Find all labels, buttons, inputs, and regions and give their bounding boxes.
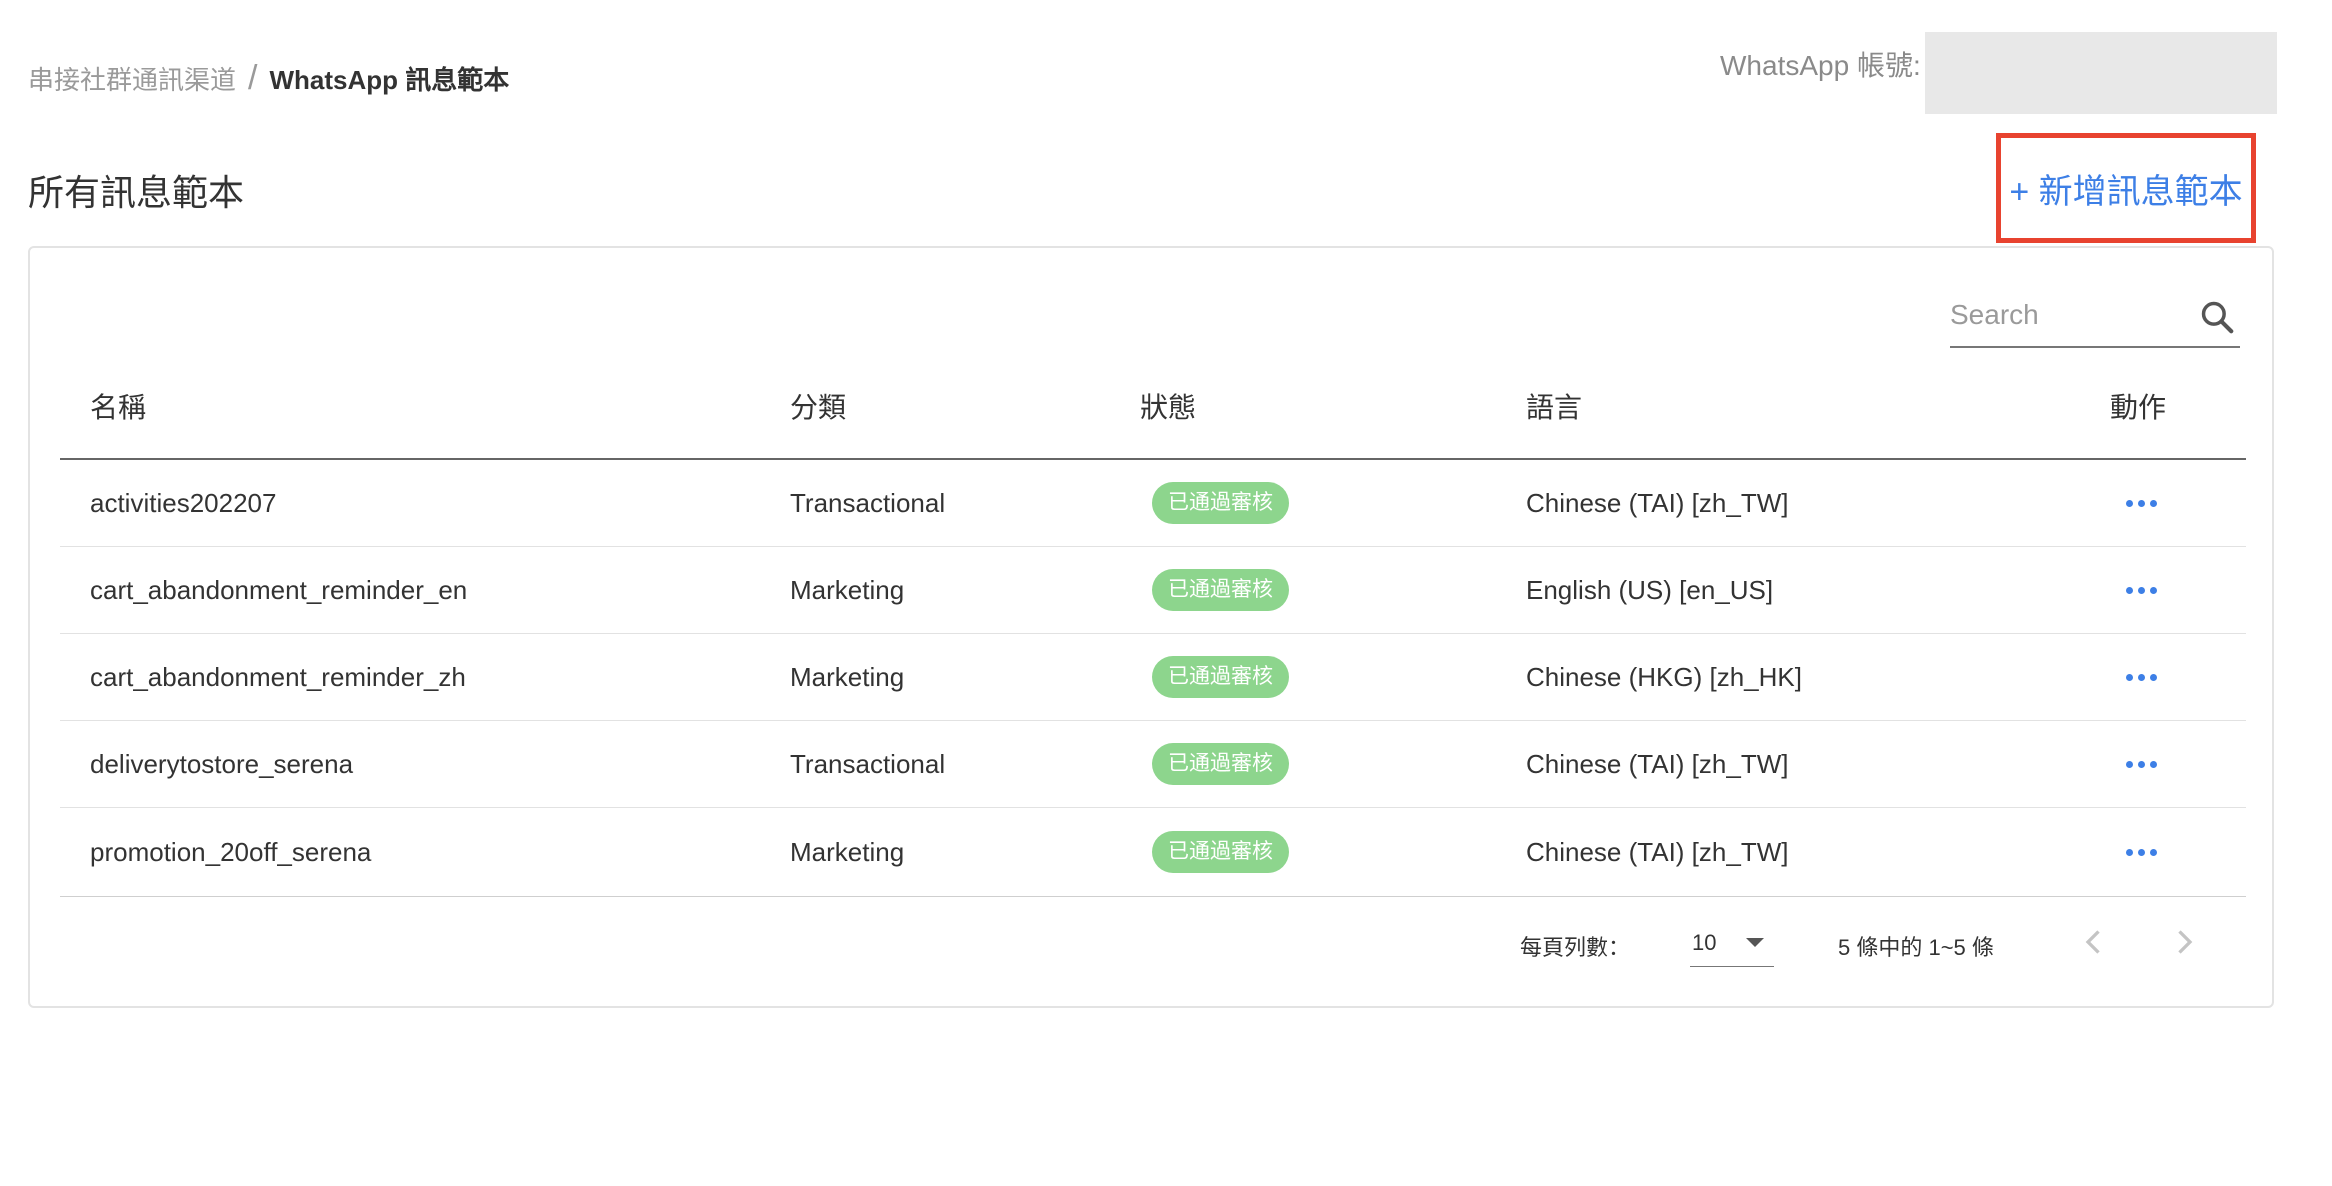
pagination: 每頁列數： 10 5 條中的 1~5 條 xyxy=(30,914,2276,974)
header-actions: 動作 xyxy=(2110,392,2167,423)
cell-language: Chinese (TAI) [zh_TW] xyxy=(1526,748,1789,779)
account-value-box[interactable] xyxy=(1924,32,2277,114)
more-actions-icon[interactable] xyxy=(2122,666,2161,689)
chevron-right-icon[interactable] xyxy=(2166,924,2202,960)
chevron-left-icon[interactable] xyxy=(2076,924,2112,960)
caret-down-icon xyxy=(1746,938,1764,947)
status-badge: 已通過審核 xyxy=(1152,831,1289,873)
rows-per-page-select[interactable]: 10 xyxy=(1690,920,1774,967)
cell-category: Transactional xyxy=(790,748,946,779)
cell-category: Marketing xyxy=(790,574,905,605)
status-badge: 已通過審核 xyxy=(1152,743,1289,785)
table-row[interactable]: activities202207 Transactional 已通過審核 Chi… xyxy=(60,460,2246,547)
cell-name: promotion_20off_serena xyxy=(90,836,372,867)
more-actions-icon[interactable] xyxy=(2122,492,2161,515)
header-status[interactable]: 狀態 xyxy=(1140,386,1196,426)
table-row[interactable]: deliverytostore_serena Transactional 已通過… xyxy=(60,721,2246,808)
search-box xyxy=(1950,284,2240,348)
header-language[interactable]: 語言 xyxy=(1526,386,1582,426)
rows-per-page-label: 每頁列數： xyxy=(1520,935,1631,960)
table-row[interactable]: cart_abandonment_reminder_en Marketing 已… xyxy=(60,547,2246,634)
table-row[interactable]: promotion_20off_serena Marketing 已通過審核 C… xyxy=(60,808,2246,897)
cell-category: Marketing xyxy=(790,661,905,692)
status-badge: 已通過審核 xyxy=(1152,482,1289,524)
search-input[interactable] xyxy=(1950,299,2180,331)
more-actions-icon[interactable] xyxy=(2122,579,2161,602)
rows-per-page-value: 10 xyxy=(1692,930,1717,955)
breadcrumb-current: WhatsApp 訊息範本 xyxy=(269,64,510,95)
cell-name: cart_abandonment_reminder_en xyxy=(90,574,468,605)
cell-name: deliverytostore_serena xyxy=(90,748,354,779)
breadcrumb-separator: / xyxy=(248,59,258,97)
table-header-row: 名稱 分類 狀態 語言 動作 xyxy=(60,354,2246,460)
status-badge: 已通過審核 xyxy=(1152,656,1289,698)
more-actions-icon[interactable] xyxy=(2122,753,2161,776)
account-field: WhatsApp 帳號: xyxy=(1720,32,2277,114)
page-title: 所有訊息範本 xyxy=(28,172,245,213)
page: 串接社群通訊渠道 / WhatsApp 訊息範本 WhatsApp 帳號: 所有… xyxy=(0,0,2332,1186)
cell-category: Marketing xyxy=(790,836,905,867)
breadcrumb: 串接社群通訊渠道 / WhatsApp 訊息範本 xyxy=(28,56,509,100)
pagination-range: 5 條中的 1~5 條 xyxy=(1838,935,1994,960)
templates-table: 名稱 分類 狀態 語言 動作 activities202207 Transact… xyxy=(60,354,2246,897)
header-name[interactable]: 名稱 xyxy=(90,386,146,426)
status-badge: 已通過審核 xyxy=(1152,569,1289,611)
table-row[interactable]: cart_abandonment_reminder_zh Marketing 已… xyxy=(60,634,2246,721)
cell-language: English (US) [en_US] xyxy=(1526,574,1774,605)
cell-name: activities202207 xyxy=(90,487,277,518)
more-actions-icon[interactable] xyxy=(2122,841,2161,864)
search-icon[interactable] xyxy=(2198,298,2236,336)
cell-category: Transactional xyxy=(790,487,946,518)
header-category[interactable]: 分類 xyxy=(790,386,846,426)
breadcrumb-parent-link[interactable]: 串接社群通訊渠道 xyxy=(28,60,236,97)
cell-language: Chinese (TAI) [zh_TW] xyxy=(1526,487,1789,518)
templates-card: 名稱 分類 狀態 語言 動作 activities202207 Transact… xyxy=(28,246,2274,1008)
cell-language: Chinese (HKG) [zh_HK] xyxy=(1526,661,1802,692)
add-template-button[interactable]: + 新增訊息範本 xyxy=(1996,133,2256,243)
account-label: WhatsApp 帳號: xyxy=(1720,50,1921,81)
cell-language: Chinese (TAI) [zh_TW] xyxy=(1526,836,1789,867)
cell-name: cart_abandonment_reminder_zh xyxy=(90,661,466,692)
